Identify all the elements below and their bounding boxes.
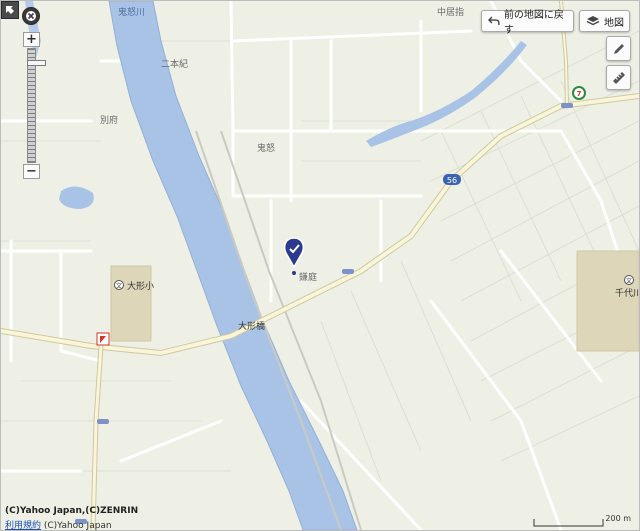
label-nakaibori: 中居指	[437, 6, 464, 18]
map-frame: 56 7 文 文 鬼怒川 中居指 二本紀 別府 鬼怒 鎌庭 大形橋 大形小 千代…	[0, 0, 640, 531]
shop-flag-icon[interactable]	[96, 332, 110, 346]
intersection-marker	[97, 419, 109, 424]
label-kamaniwa: 鎌庭	[299, 271, 317, 283]
intersection-marker	[561, 103, 573, 108]
return-arrow-icon	[488, 16, 500, 25]
scale-bar: 200 m	[533, 514, 633, 527]
intersection-marker	[342, 269, 354, 274]
label-school-east: 千代川	[615, 288, 639, 299]
copyright-yahoo: (C)Yahoo Japan	[41, 521, 112, 531]
copyright-text: (C)Yahoo Japan,(C)ZENRIN	[5, 506, 139, 516]
close-icon	[26, 11, 36, 21]
school-icon: 文	[114, 280, 124, 290]
school-grounds-west	[110, 265, 152, 342]
measure-tool-button[interactable]	[606, 65, 631, 90]
svg-text:文: 文	[626, 277, 632, 285]
back-button-label: 前の地図に戻す	[503, 10, 564, 36]
scale-label: 200 m	[605, 514, 631, 523]
svg-text:文: 文	[116, 282, 122, 290]
map-layers-button[interactable]: 地図	[579, 10, 630, 32]
convenience-store-icon[interactable]: 7	[572, 86, 586, 100]
ruler-icon	[612, 71, 625, 84]
close-button[interactable]	[22, 7, 40, 25]
terms-link[interactable]: 利用規約	[5, 521, 41, 530]
zoom-in-button[interactable]: +	[23, 32, 40, 47]
label-bridge: 大形橋	[238, 320, 265, 332]
draw-tool-button[interactable]	[606, 36, 631, 61]
arrow-up-left-icon	[6, 6, 14, 14]
zoom-slider-handle[interactable]	[27, 60, 46, 66]
label-nihongi: 二本紀	[161, 58, 188, 70]
label-kinugawa: 鬼怒川	[118, 6, 145, 18]
footer-row: 利用規約 (C)Yahoo Japan	[5, 518, 112, 531]
zoom-control: + −	[23, 32, 46, 180]
fullscreen-arrow-button[interactable]	[1, 1, 19, 19]
back-to-previous-map-button[interactable]: 前の地図に戻す	[481, 10, 574, 36]
map-canvas[interactable]: 56 7 文 文 鬼怒川 中居指 二本紀 別府 鬼怒 鎌庭 大形橋 大形小 千代	[1, 1, 639, 530]
layers-icon	[586, 16, 600, 26]
map-button-label: 地図	[604, 17, 624, 29]
zoom-out-button[interactable]: −	[23, 164, 40, 179]
pencil-icon	[613, 43, 624, 54]
svg-text:56: 56	[447, 176, 457, 185]
school-grounds-east	[576, 250, 639, 352]
label-kinu: 鬼怒	[257, 142, 275, 154]
label-beppu: 別府	[100, 114, 118, 126]
zoom-slider-track[interactable]	[27, 48, 46, 163]
svg-text:7: 7	[577, 90, 582, 98]
label-school-west: 大形小	[127, 280, 154, 292]
route-56-shield: 56	[443, 174, 461, 185]
school-icon: 文	[624, 275, 634, 285]
